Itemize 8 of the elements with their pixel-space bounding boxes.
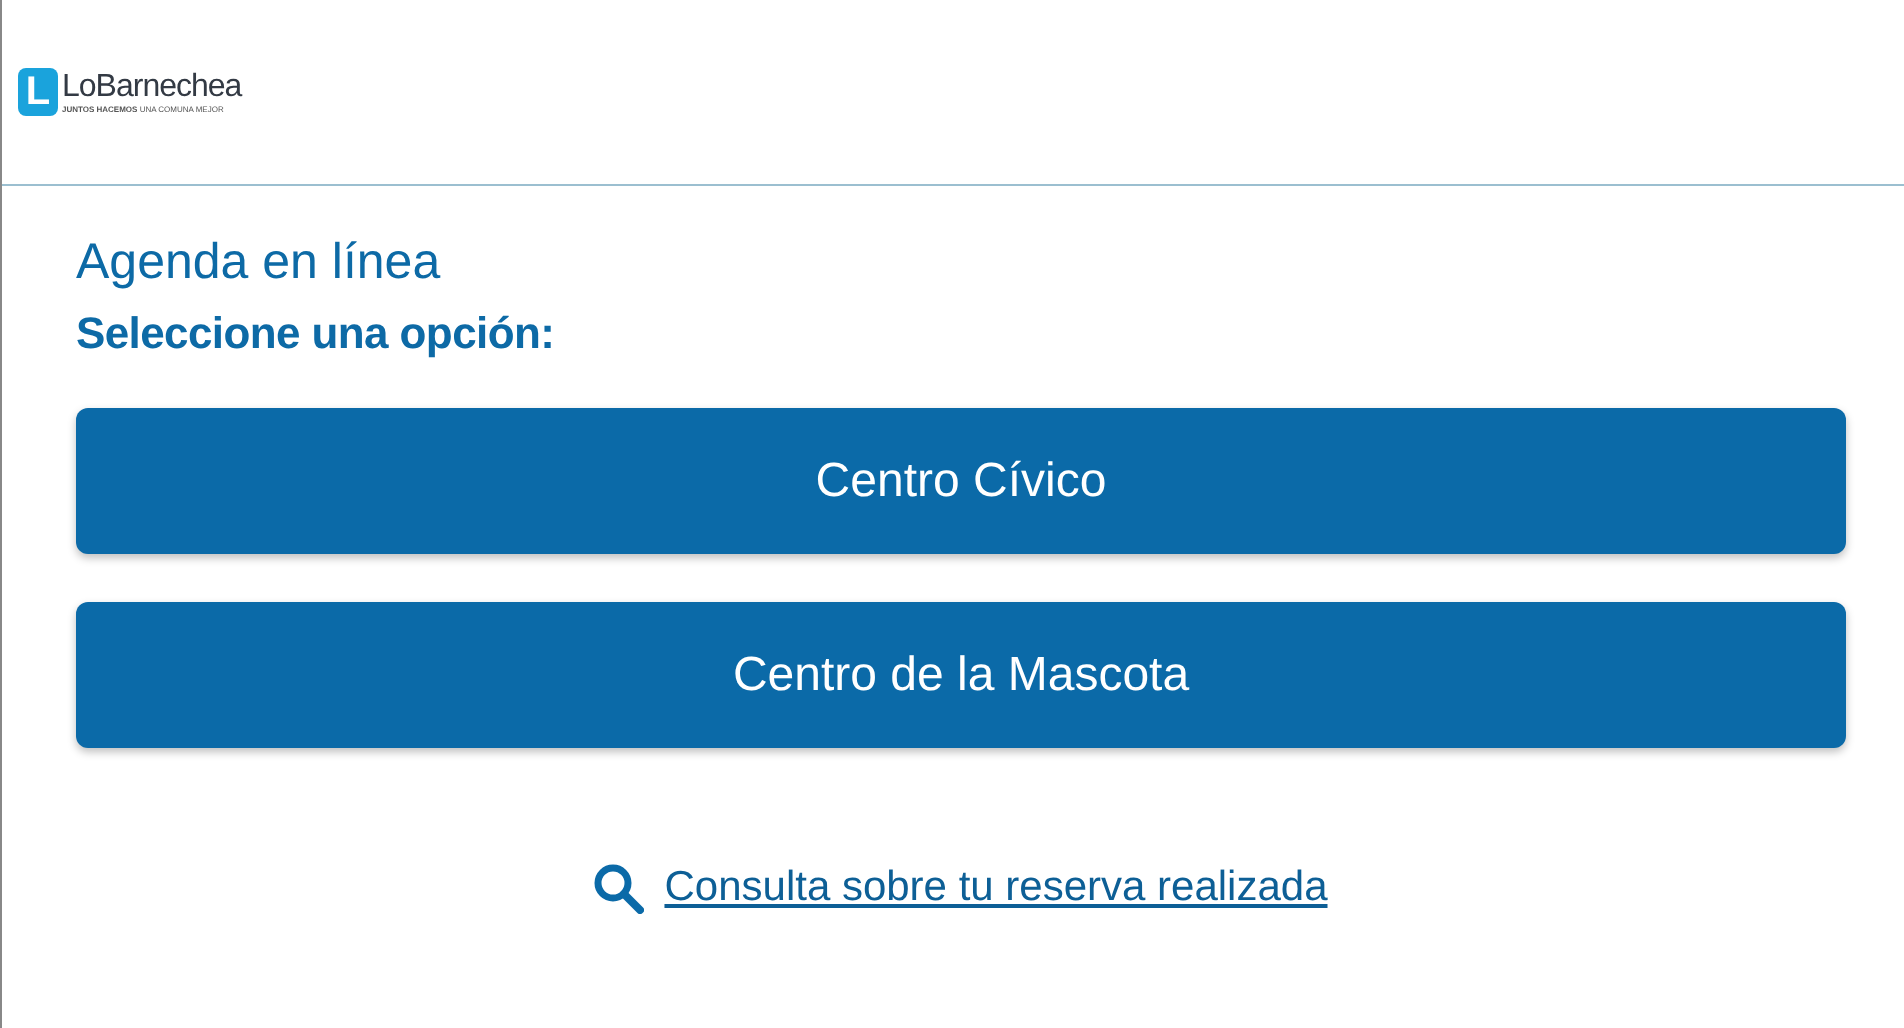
page-title: Agenda en línea — [76, 234, 443, 292]
option-button[interactable]: Centro de la Mascota — [76, 602, 1846, 748]
logo-name: LoBarnechea — [62, 70, 242, 106]
logo-mark: L — [18, 68, 58, 116]
page-subtitle: Seleccione una opción: — [76, 308, 557, 360]
reservation-link[interactable]: Consulta sobre tu reserva realizada — [664, 864, 1328, 912]
option-button[interactable]: Centro Cívico — [76, 408, 1846, 554]
search-icon — [592, 862, 645, 914]
